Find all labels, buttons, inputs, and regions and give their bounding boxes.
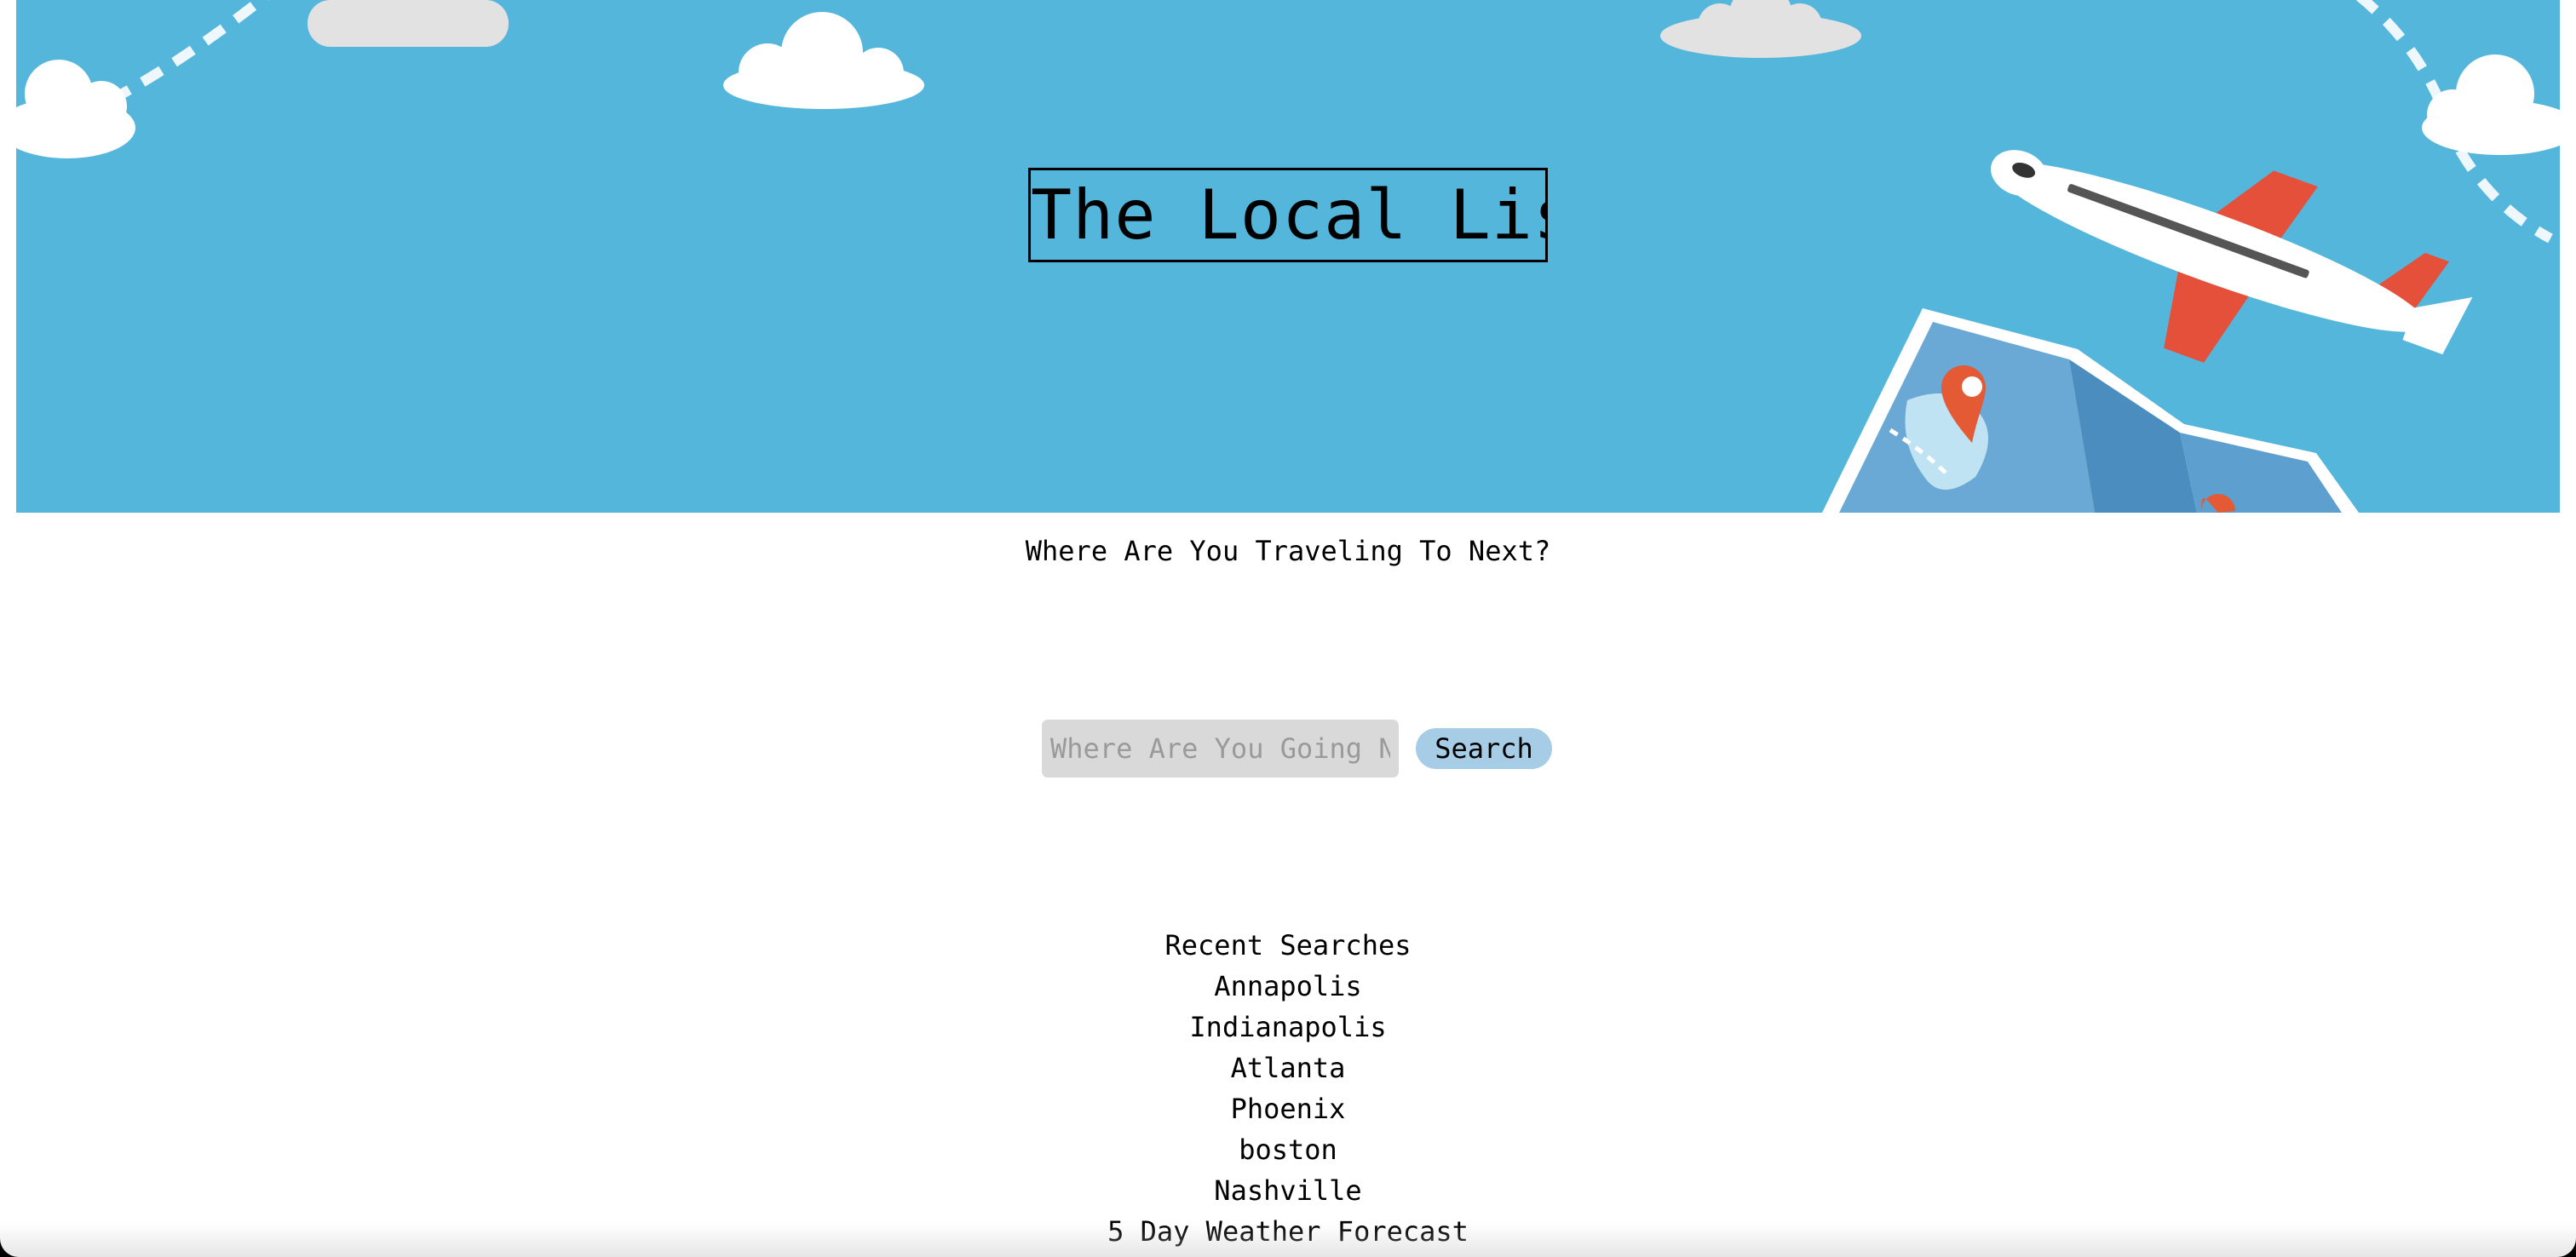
- site-title: The Local List: [1028, 168, 1548, 262]
- recent-search-item[interactable]: Atlanta: [0, 1048, 2576, 1088]
- search-input[interactable]: [1042, 720, 1399, 778]
- recent-search-item[interactable]: Phoenix: [0, 1088, 2576, 1129]
- travel-prompt: Where Are You Traveling To Next?: [1025, 535, 1551, 567]
- search-button[interactable]: Search: [1416, 728, 1552, 769]
- recent-search-item[interactable]: Indianapolis: [0, 1007, 2576, 1048]
- page: The Local List Where Are You Traveling T…: [0, 0, 2576, 1257]
- recent-search-item[interactable]: Nashville: [0, 1170, 2576, 1211]
- weather-forecast-heading: 5 Day Weather Forecast: [1107, 1215, 1469, 1248]
- cloud-icon: [308, 0, 509, 47]
- recent-searches: Recent Searches Annapolis Indianapolis A…: [0, 925, 2576, 1252]
- recent-search-item[interactable]: boston: [0, 1129, 2576, 1170]
- recent-searches-list: Annapolis Indianapolis Atlanta Phoenix b…: [0, 966, 2576, 1211]
- recent-search-item[interactable]: Annapolis: [0, 966, 2576, 1007]
- recent-searches-heading: Recent Searches: [1164, 929, 1412, 961]
- search-form: Search: [1042, 720, 1552, 778]
